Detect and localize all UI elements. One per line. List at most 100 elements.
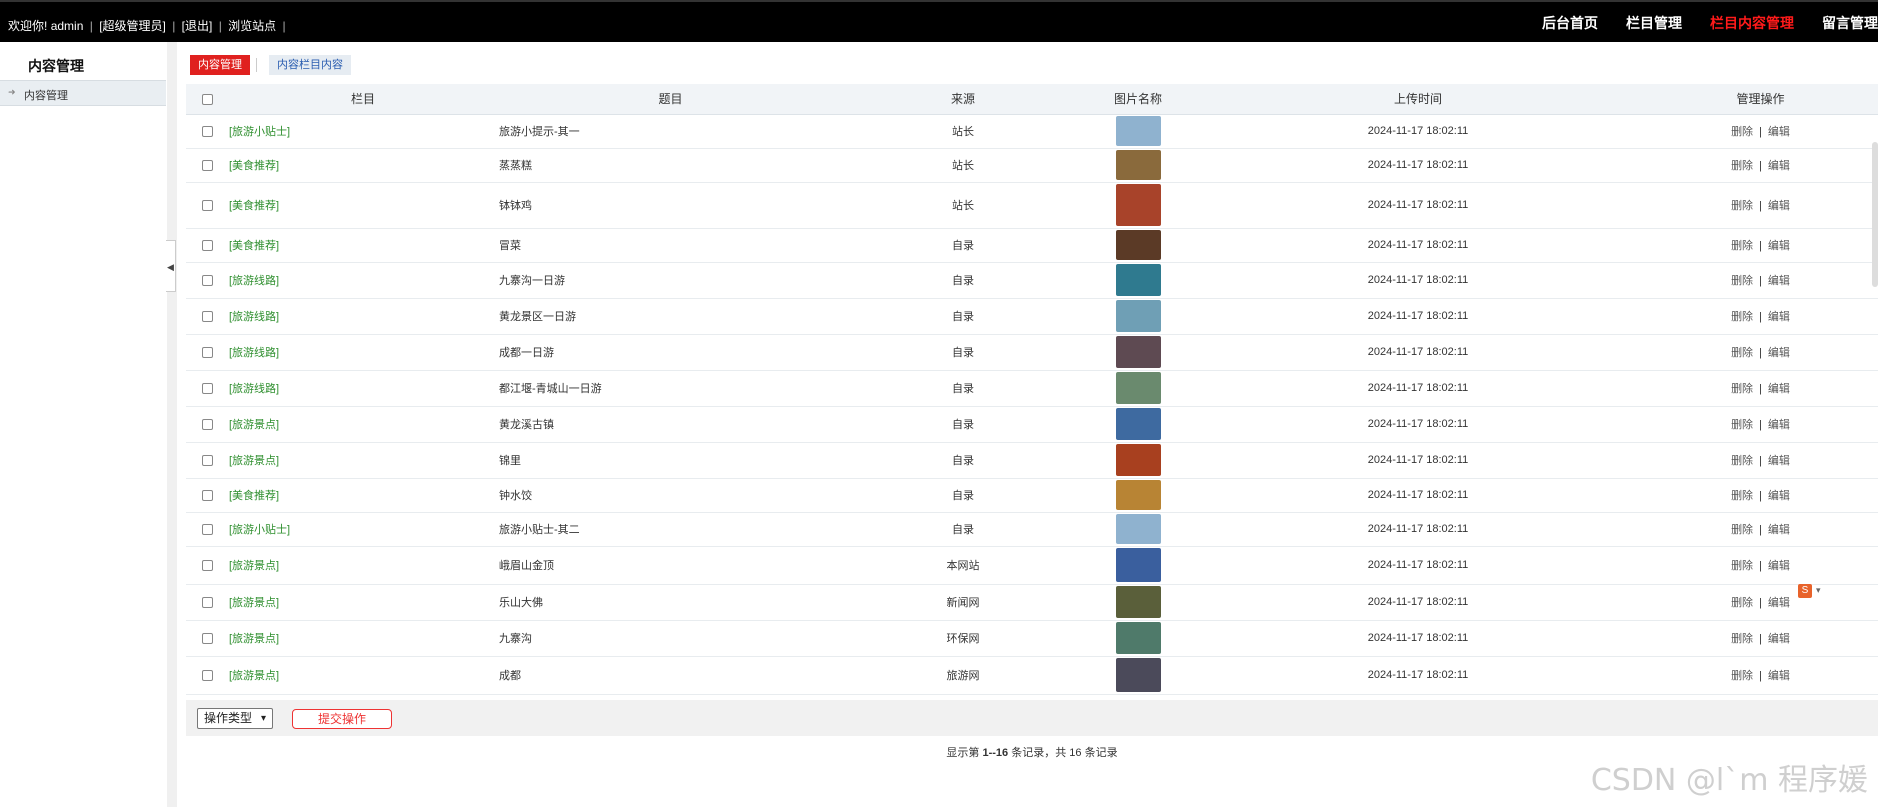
collapse-sidebar-handle[interactable]: ◀: [166, 240, 176, 292]
logout-link[interactable]: [退出]: [182, 19, 213, 33]
row-thumbnail: [1115, 184, 1161, 226]
delete-link[interactable]: 删除: [1731, 275, 1753, 287]
delete-link[interactable]: 删除: [1731, 560, 1753, 572]
edit-link[interactable]: 编辑: [1768, 160, 1790, 172]
chevron-down-icon: ▾: [260, 713, 266, 724]
row-category[interactable]: [旅游景点]: [228, 442, 498, 479]
row-category[interactable]: [旅游线路]: [228, 370, 498, 407]
scrollbar[interactable]: [1872, 142, 1878, 287]
select-all-checkbox[interactable]: [201, 94, 213, 106]
nav-home[interactable]: 后台首页: [1542, 13, 1598, 33]
row-category[interactable]: [旅游景点]: [228, 406, 498, 443]
table-row: [美食推荐] 钟水饺 自录 2024-11-17 18:02:11 删除 | 编辑: [186, 478, 1878, 513]
col-header-source: 来源: [843, 84, 1083, 115]
delete-link[interactable]: 删除: [1731, 633, 1753, 645]
row-checkbox[interactable]: [201, 523, 213, 535]
edit-link[interactable]: 编辑: [1768, 240, 1790, 252]
row-checkbox[interactable]: [201, 310, 213, 322]
row-category[interactable]: [旅游景点]: [228, 584, 498, 621]
row-checkbox[interactable]: [201, 489, 213, 501]
edit-link[interactable]: 编辑: [1768, 455, 1790, 467]
row-checkbox[interactable]: [201, 382, 213, 394]
row-checkbox[interactable]: [201, 418, 213, 430]
submit-operation-button[interactable]: 提交操作: [292, 709, 392, 729]
tab-column-content[interactable]: 内容栏目内容: [269, 55, 351, 75]
delete-link[interactable]: 删除: [1731, 524, 1753, 536]
tab-content-manage[interactable]: 内容管理: [190, 55, 250, 75]
row-checkbox[interactable]: [201, 274, 213, 286]
row-category[interactable]: [美食推荐]: [228, 182, 498, 229]
delete-link[interactable]: 删除: [1731, 126, 1753, 138]
edit-link[interactable]: 编辑: [1768, 200, 1790, 212]
delete-link[interactable]: 删除: [1731, 347, 1753, 359]
edit-link[interactable]: 编辑: [1768, 670, 1790, 682]
row-category[interactable]: [旅游线路]: [228, 334, 498, 371]
row-checkbox[interactable]: [201, 159, 213, 171]
edit-link[interactable]: 编辑: [1768, 490, 1790, 502]
sidebar-item-content-manage[interactable]: ➜ 内容管理: [0, 80, 166, 106]
row-source: 站长: [843, 182, 1083, 229]
delete-link[interactable]: 删除: [1731, 490, 1753, 502]
delete-link[interactable]: 删除: [1731, 419, 1753, 431]
row-category[interactable]: [旅游景点]: [228, 620, 498, 657]
row-upload-time: 2024-11-17 18:02:11: [1193, 334, 1643, 371]
row-checkbox[interactable]: [201, 454, 213, 466]
edit-link[interactable]: 编辑: [1768, 383, 1790, 395]
delete-link[interactable]: 删除: [1731, 160, 1753, 172]
row-thumbnail: [1115, 372, 1161, 404]
row-checkbox[interactable]: [201, 632, 213, 644]
row-upload-time: 2024-11-17 18:02:11: [1193, 478, 1643, 513]
browse-site-link[interactable]: 浏览站点: [228, 19, 276, 33]
delete-link[interactable]: 删除: [1731, 311, 1753, 323]
row-checkbox[interactable]: [201, 669, 213, 681]
row-upload-time: 2024-11-17 18:02:11: [1193, 114, 1643, 149]
row-category[interactable]: [旅游景点]: [228, 546, 498, 585]
row-actions: 删除 | 编辑: [1643, 546, 1878, 585]
edit-link[interactable]: 编辑: [1768, 524, 1790, 536]
row-title: 旅游小贴士-其二: [498, 512, 843, 547]
edit-link[interactable]: 编辑: [1768, 275, 1790, 287]
delete-link[interactable]: 删除: [1731, 455, 1753, 467]
row-actions: 删除 | 编辑: [1643, 114, 1878, 149]
operation-type-select[interactable]: 操作类型 ▾: [197, 708, 273, 729]
table-row: [旅游景点] 成都 旅游网 2024-11-17 18:02:11 删除 | 编辑: [186, 656, 1878, 695]
row-actions: 删除 | 编辑: [1643, 442, 1878, 479]
row-checkbox[interactable]: [201, 346, 213, 358]
nav-message-manage[interactable]: 留言管理: [1822, 13, 1878, 33]
row-checkbox[interactable]: [201, 199, 213, 211]
row-title: 成都一日游: [498, 334, 843, 371]
row-category[interactable]: [美食推荐]: [228, 228, 498, 263]
row-title: 黄龙溪古镇: [498, 406, 843, 443]
row-category[interactable]: [美食推荐]: [228, 148, 498, 183]
row-category[interactable]: [美食推荐]: [228, 478, 498, 513]
edit-link[interactable]: 编辑: [1768, 633, 1790, 645]
nav-column-manage[interactable]: 栏目管理: [1626, 13, 1682, 33]
role-link[interactable]: [超级管理员]: [99, 19, 166, 33]
floating-widget[interactable]: S ▾: [1798, 582, 1832, 602]
row-category[interactable]: [旅游线路]: [228, 298, 498, 335]
row-category[interactable]: [旅游景点]: [228, 656, 498, 695]
nav-column-content-manage[interactable]: 栏目内容管理: [1710, 13, 1794, 33]
edit-link[interactable]: 编辑: [1768, 560, 1790, 572]
row-checkbox[interactable]: [201, 125, 213, 137]
delete-link[interactable]: 删除: [1731, 240, 1753, 252]
delete-link[interactable]: 删除: [1731, 670, 1753, 682]
row-checkbox[interactable]: [201, 559, 213, 571]
delete-link[interactable]: 删除: [1731, 200, 1753, 212]
row-checkbox[interactable]: [201, 239, 213, 251]
row-actions: 删除 | 编辑: [1643, 620, 1878, 657]
row-checkbox[interactable]: [201, 596, 213, 608]
edit-link[interactable]: 编辑: [1768, 347, 1790, 359]
row-category[interactable]: [旅游小贴士]: [228, 114, 498, 149]
table-row: [美食推荐] 冒菜 自录 2024-11-17 18:02:11 删除 | 编辑: [186, 228, 1878, 263]
row-category[interactable]: [旅游线路]: [228, 262, 498, 299]
edit-link[interactable]: 编辑: [1768, 311, 1790, 323]
delete-link[interactable]: 删除: [1731, 597, 1753, 609]
row-category[interactable]: [旅游小贴士]: [228, 512, 498, 547]
edit-link[interactable]: 编辑: [1768, 597, 1790, 609]
row-actions: 删除 | 编辑: [1643, 182, 1878, 229]
edit-link[interactable]: 编辑: [1768, 126, 1790, 138]
table-body: [旅游小贴士] 旅游小提示-其一 站长 2024-11-17 18:02:11 删除 | 编…: [186, 114, 1878, 695]
edit-link[interactable]: 编辑: [1768, 419, 1790, 431]
delete-link[interactable]: 删除: [1731, 383, 1753, 395]
